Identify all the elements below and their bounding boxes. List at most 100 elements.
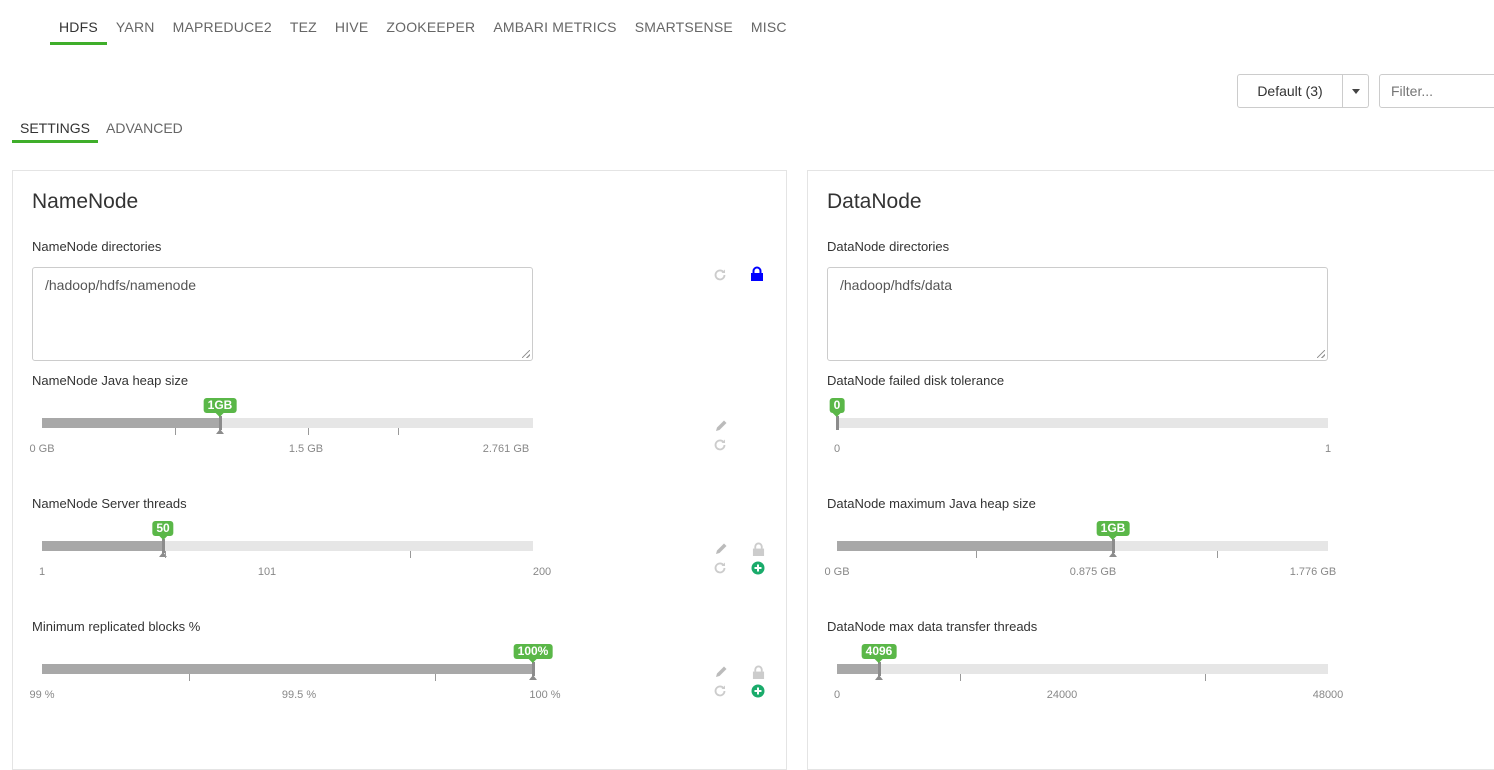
slider-handle[interactable]: [836, 416, 839, 430]
filter-input[interactable]: [1379, 74, 1494, 108]
namenode-heap-label: NameNode Java heap size: [32, 373, 189, 388]
datanode-max-heap-slider[interactable]: 1GB 0 GB 0.875 GB 1.776 GB: [824, 521, 1336, 591]
slider-tick: [165, 551, 166, 558]
chevron-down-icon: [1351, 88, 1360, 94]
tick-label-max: 1: [1324, 443, 1332, 455]
tick-label-max: 48000: [1312, 689, 1344, 701]
datanode-disk-tolerance-label: DataNode failed disk tolerance: [827, 373, 1005, 388]
slider-fill: [837, 541, 1113, 551]
slider-handle-arrow: [1109, 552, 1117, 557]
namenode-dir-textarea[interactable]: /hadoop/hdfs/namenode: [32, 267, 533, 361]
namenode-dir-value: /hadoop/hdfs/namenode: [45, 277, 197, 293]
tab-smartsense[interactable]: SMARTSENSE: [626, 0, 742, 42]
slider-handle-arrow: [216, 429, 224, 434]
namenode-threads-label: NameNode Server threads: [32, 496, 187, 511]
slider-value-badge: 100%: [513, 644, 553, 663]
slider-tick: [410, 551, 411, 558]
tab-hive[interactable]: HIVE: [326, 0, 377, 42]
datanode-dir-textarea[interactable]: /hadoop/hdfs/data: [827, 267, 1328, 361]
tick-label-max: 200: [532, 566, 552, 578]
datanode-title: DataNode: [827, 190, 922, 213]
edit-icon[interactable]: [713, 664, 729, 680]
undo-icon[interactable]: [712, 683, 728, 699]
tab-settings[interactable]: SETTINGS: [12, 109, 99, 143]
edit-icon[interactable]: [713, 418, 729, 434]
datanode-dir-label: DataNode directories: [827, 239, 950, 254]
tab-hdfs[interactable]: HDFS: [50, 0, 107, 45]
slider-tick: [398, 428, 399, 435]
service-tabs: HDFS YARN MAPREDUCE2 TEZ HIVE ZOOKEEPER …: [50, 0, 796, 45]
slider-tick: [1217, 551, 1218, 558]
tick-label-min: 1: [38, 566, 46, 578]
tick-label-mid: 0.875 GB: [1069, 566, 1117, 578]
slider-value-badge: 50: [152, 521, 174, 540]
datanode-panel: DataNode DataNode directories /hadoop/hd…: [807, 170, 1494, 770]
resize-grip-icon[interactable]: [522, 350, 530, 358]
slider-tick: [175, 428, 176, 435]
namenode-heap-slider[interactable]: 1GB 0 GB 1.5 GB 2.761 GB: [29, 398, 533, 468]
slider-track[interactable]: [837, 418, 1328, 428]
datanode-dir-value: /hadoop/hdfs/data: [840, 277, 953, 293]
tick-label-min: 0 GB: [29, 443, 55, 455]
slider-fill: [42, 418, 220, 428]
namenode-min-blocks-label: Minimum replicated blocks %: [32, 619, 201, 634]
lock-icon[interactable]: [750, 664, 766, 680]
edit-icon[interactable]: [713, 541, 729, 557]
lock-icon[interactable]: [750, 541, 766, 557]
slider-fill: [42, 664, 533, 674]
slider-value-badge: 1GB: [1096, 521, 1130, 540]
tab-ambari-metrics[interactable]: AMBARI METRICS: [484, 0, 625, 42]
slider-track[interactable]: [837, 664, 1328, 674]
namenode-title: NameNode: [32, 190, 139, 213]
tab-misc[interactable]: MISC: [742, 0, 796, 42]
tick-label-max: 2.761 GB: [482, 443, 530, 455]
slider-handle[interactable]: [532, 662, 535, 676]
tick-label-max: 1.776 GB: [1289, 566, 1337, 578]
slider-value-badge: 0: [829, 398, 845, 417]
lock-icon[interactable]: [749, 266, 765, 282]
tab-advanced[interactable]: ADVANCED: [98, 109, 191, 140]
add-override-icon[interactable]: [750, 560, 766, 576]
undo-icon[interactable]: [712, 560, 728, 576]
tick-label-mid: 101: [257, 566, 277, 578]
resize-grip-icon[interactable]: [1317, 350, 1325, 358]
datanode-transfer-threads-label: DataNode max data transfer threads: [827, 619, 1038, 634]
namenode-threads-slider[interactable]: 50 1 101 200: [38, 521, 551, 591]
tab-tez[interactable]: TEZ: [281, 0, 326, 42]
slider-handle-arrow: [529, 675, 537, 680]
slider-tick: [1205, 674, 1206, 681]
config-group-dropdown-toggle[interactable]: [1343, 74, 1369, 108]
sub-tabs: SETTINGS ADVANCED: [12, 109, 191, 143]
datanode-max-heap-label: DataNode maximum Java heap size: [827, 496, 1036, 511]
datanode-transfer-threads-slider[interactable]: 4096 0 24000 48000: [833, 644, 1343, 714]
config-group-button[interactable]: Default (3): [1237, 74, 1343, 108]
slider-tick: [308, 428, 309, 435]
slider-value-badge: 4096: [861, 644, 897, 663]
slider-tick: [976, 551, 977, 558]
slider-value-badge: 1GB: [203, 398, 237, 417]
tick-label-min: 0: [833, 443, 841, 455]
slider-fill: [837, 664, 879, 674]
add-override-icon[interactable]: [750, 683, 766, 699]
config-group-selector: Default (3): [1237, 74, 1369, 108]
slider-handle[interactable]: [1112, 539, 1115, 553]
tick-label-mid: 24000: [1046, 689, 1078, 701]
namenode-panel: NameNode NameNode directories /hadoop/hd…: [12, 170, 787, 770]
namenode-min-blocks-slider[interactable]: 100% 99 % 99.5 % 100 %: [29, 644, 561, 714]
tab-yarn[interactable]: YARN: [107, 0, 164, 42]
tick-label-mid: 99.5 %: [281, 689, 317, 701]
namenode-dir-label: NameNode directories: [32, 239, 162, 254]
tick-label-min: 0: [833, 689, 841, 701]
undo-icon[interactable]: [712, 267, 728, 283]
slider-handle[interactable]: [878, 662, 881, 676]
slider-handle[interactable]: [219, 416, 222, 430]
tick-label-max: 100 %: [529, 689, 561, 701]
tick-label-mid: 1.5 GB: [288, 443, 324, 455]
tab-mapreduce2[interactable]: MAPREDUCE2: [164, 0, 281, 42]
slider-tick: [435, 674, 436, 681]
tick-label-min: 0 GB: [824, 566, 850, 578]
slider-handle-arrow: [875, 675, 883, 680]
undo-icon[interactable]: [712, 437, 728, 453]
tab-zookeeper[interactable]: ZOOKEEPER: [377, 0, 484, 42]
datanode-disk-tolerance-slider[interactable]: 0 0 1: [829, 398, 1332, 468]
